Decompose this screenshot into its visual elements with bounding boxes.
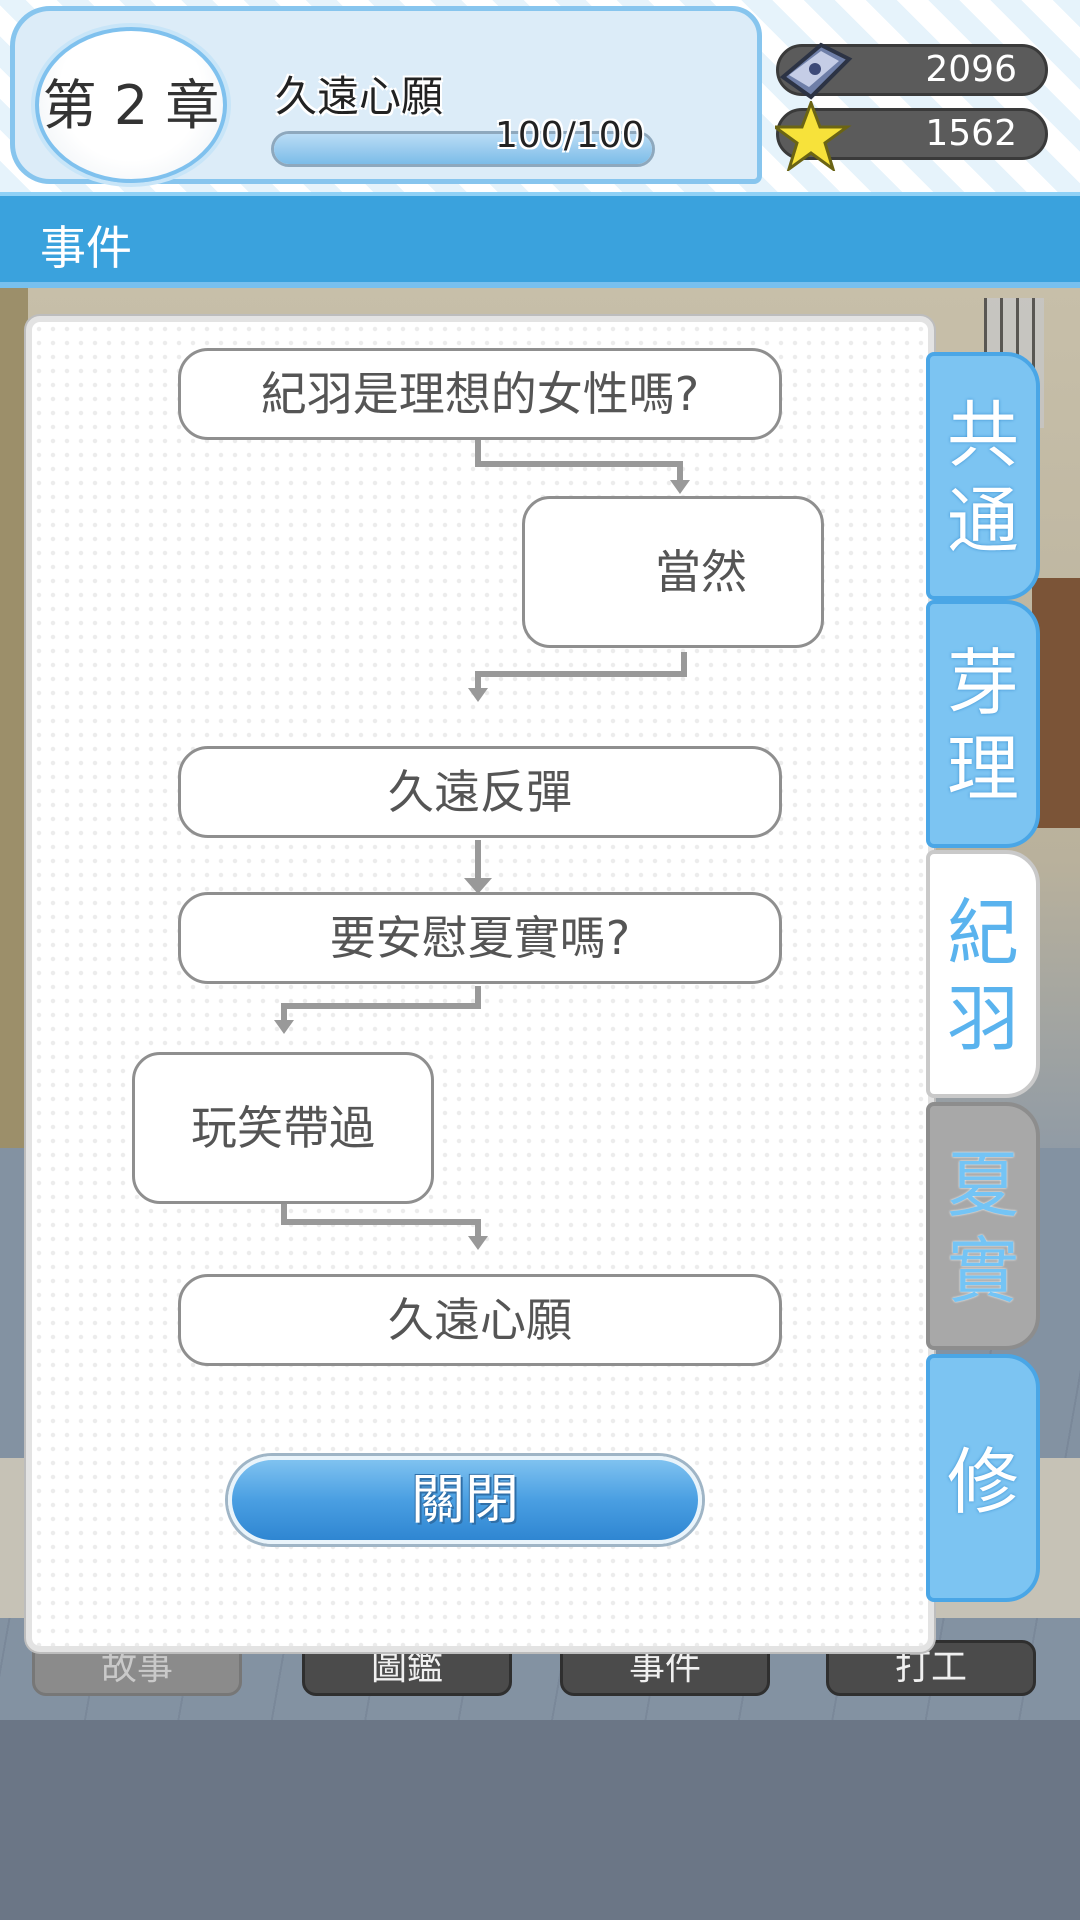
- flow-node-choice-yes[interactable]: 當然: [522, 496, 824, 648]
- section-title: 事件: [40, 221, 132, 275]
- star-icon: [775, 101, 852, 171]
- star-counter: 1562: [775, 101, 1048, 171]
- tab-kiu[interactable]: 紀羽: [926, 850, 1040, 1098]
- bottom-nav: 故事 圖鑑 事件 打工: [0, 1640, 1080, 1720]
- flow-node-ending[interactable]: 久遠心願: [178, 1274, 782, 1366]
- flow-node-question[interactable]: 要安慰夏實嗎?: [178, 892, 782, 984]
- arrow-head: [670, 480, 690, 494]
- chapter-title: 久遠心願: [275, 72, 444, 121]
- tab-shu[interactable]: 修: [926, 1354, 1040, 1602]
- background-wall: [0, 288, 28, 1188]
- bottom-area: [0, 1720, 1080, 1920]
- gem-counter: 2096: [776, 42, 1048, 100]
- flow-node-choice-joke[interactable]: 玩笑帶過: [132, 1052, 434, 1204]
- close-button[interactable]: 關閉: [228, 1456, 702, 1544]
- tab-natsumi[interactable]: 夏實: [926, 1102, 1040, 1350]
- chapter-badge: 第 2 章: [35, 27, 227, 183]
- flow-node-event[interactable]: 久遠反彈: [178, 746, 782, 838]
- gem-count: 2096: [925, 49, 1017, 90]
- tab-common[interactable]: 共通: [926, 352, 1040, 600]
- tab-mari[interactable]: 芽理: [926, 600, 1040, 848]
- section-bar: 事件: [0, 192, 1080, 288]
- arrow-head: [274, 1020, 294, 1034]
- arrow-head: [468, 1236, 488, 1250]
- flowchart[interactable]: 紀羽是理想的女性嗎? 當然 久遠反彈 要安慰夏實嗎? 玩笑帶過 久遠心願: [32, 322, 940, 1452]
- event-flow-dialog: 紀羽是理想的女性嗎? 當然 久遠反彈 要安慰夏實嗎? 玩笑帶過 久遠心願 關閉: [26, 316, 934, 1652]
- top-header: 第 2 章 久遠心願 100/100 2096 1562: [0, 0, 1080, 192]
- gem-icon: [779, 42, 853, 100]
- chapter-panel: 第 2 章 久遠心願 100/100: [10, 6, 762, 184]
- progress-text: 100/100: [495, 115, 645, 156]
- arrow-head: [468, 688, 488, 702]
- star-count: 1562: [925, 113, 1017, 154]
- flow-node-question[interactable]: 紀羽是理想的女性嗎?: [178, 348, 782, 440]
